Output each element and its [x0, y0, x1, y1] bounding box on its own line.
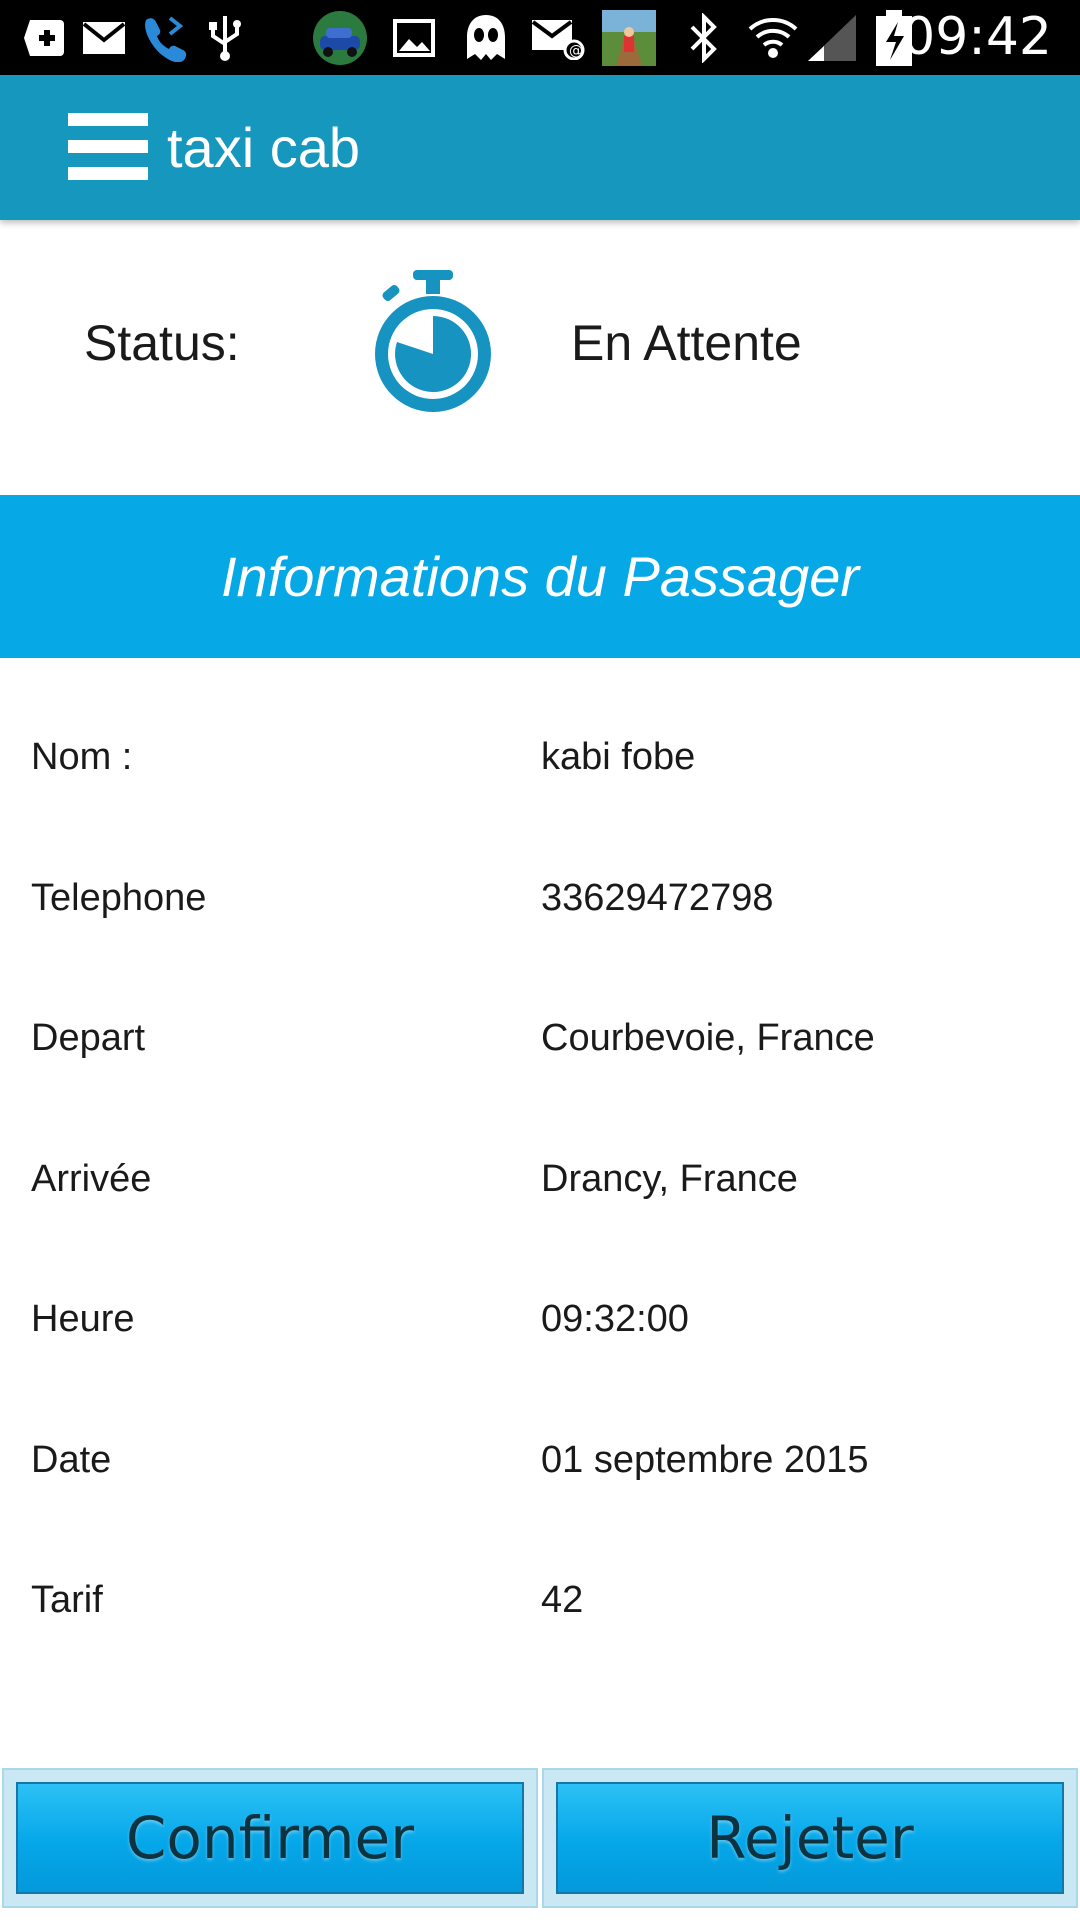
info-row-depart: Depart Courbevoie, France — [0, 981, 1080, 1122]
mail-icon — [82, 10, 126, 66]
add-box-icon — [22, 10, 68, 66]
confirm-button-label: Confirmer — [125, 1804, 415, 1872]
status-section: Status: En Attente — [0, 220, 1080, 495]
status-label: Status: — [84, 315, 240, 371]
clock-time: 09:42 — [902, 7, 1052, 67]
info-row-nom: Nom : kabi fobe — [0, 700, 1080, 841]
reject-button[interactable]: Rejeter — [542, 1768, 1078, 1908]
section-header: Informations du Passager — [0, 495, 1080, 658]
wifi-icon — [748, 10, 798, 66]
info-value: 42 — [541, 1579, 584, 1621]
info-label: Tarif — [31, 1579, 103, 1621]
app-thumbnail-icon — [312, 10, 368, 66]
info-row-telephone: Telephone 33629472798 — [0, 841, 1080, 982]
status-value: En Attente — [571, 315, 802, 371]
info-value: 33629472798 — [541, 876, 774, 919]
signal-icon — [806, 10, 858, 66]
hamburger-menu-icon[interactable] — [68, 113, 150, 183]
stopwatch-icon — [368, 268, 498, 418]
bluetooth-icon — [686, 10, 722, 66]
info-label: Date — [31, 1438, 112, 1481]
info-row-tarif: Tarif 42 — [0, 1543, 1080, 1684]
email-alert-icon: @ — [530, 10, 586, 66]
info-row-date: Date 01 septembre 2015 — [0, 1403, 1080, 1544]
confirm-button-face[interactable]: Confirmer — [16, 1782, 524, 1894]
info-row-arrivee: Arrivée Drancy, France — [0, 1122, 1080, 1263]
ghost-app-icon — [463, 10, 509, 66]
info-row-heure: Heure 09:32:00 — [0, 1262, 1080, 1403]
info-value: 01 septembre 2015 — [541, 1438, 869, 1481]
section-title: Informations du Passager — [220, 545, 860, 608]
svg-text:@: @ — [569, 43, 583, 59]
info-label: Depart — [31, 1017, 146, 1059]
passenger-info-list: Nom : kabi fobe Telephone 33629472798 De… — [0, 700, 1080, 1684]
info-label: Telephone — [31, 876, 207, 919]
usb-icon — [205, 10, 245, 66]
info-value: Courbevoie, France — [541, 1017, 875, 1059]
image-icon — [392, 10, 436, 66]
info-value: Drancy, France — [541, 1157, 798, 1200]
info-label: Arrivée — [31, 1157, 152, 1200]
info-value: 09:32:00 — [541, 1298, 689, 1340]
confirm-button[interactable]: Confirmer — [2, 1768, 538, 1908]
game-thumbnail-icon — [602, 10, 656, 66]
reject-button-face[interactable]: Rejeter — [556, 1782, 1064, 1894]
status-bar: @ 09:42 — [0, 0, 1080, 75]
app-title: taxi cab — [167, 116, 360, 179]
info-label: Heure — [31, 1298, 135, 1340]
app-bar: taxi cab — [0, 75, 1080, 220]
info-value: kabi fobe — [541, 736, 696, 778]
phone-forward-icon — [140, 10, 190, 66]
reject-button-label: Rejeter — [706, 1804, 914, 1872]
info-label: Nom : — [31, 736, 133, 778]
